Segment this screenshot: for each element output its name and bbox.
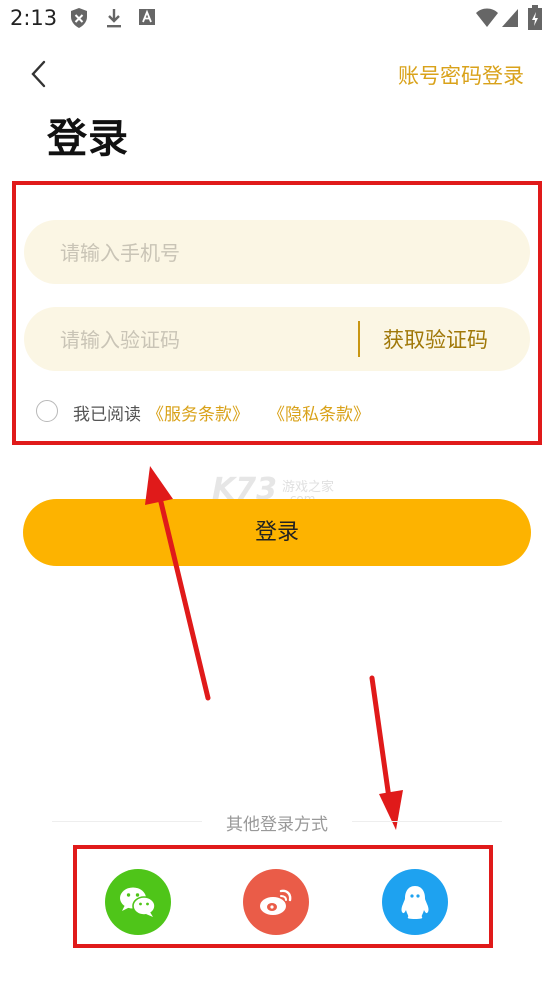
status-time: 2:13: [10, 6, 58, 30]
watermark-tagline: 游戏之家: [282, 480, 335, 495]
qq-login-button[interactable]: [382, 869, 448, 935]
shield-icon: [71, 8, 87, 28]
code-divider: [358, 321, 360, 357]
wechat-icon: [120, 887, 156, 917]
qq-icon: [401, 886, 429, 919]
phone-field: [24, 220, 530, 286]
signal-icon: [502, 9, 518, 27]
wifi-icon: [476, 8, 498, 27]
back-button[interactable]: [26, 58, 56, 90]
code-field: 获取验证码: [24, 307, 530, 373]
get-code-button[interactable]: 获取验证码: [383, 324, 488, 354]
code-input[interactable]: [58, 307, 352, 373]
phone-input[interactable]: [58, 220, 352, 286]
agree-checkbox[interactable]: [36, 400, 58, 422]
arrow-down-annotation: [369, 675, 403, 830]
a-icon: [139, 9, 155, 25]
weibo-icon: [260, 889, 292, 915]
other-login-label: 其他登录方式: [226, 815, 328, 835]
login-button[interactable]: 登录: [23, 499, 531, 566]
agree-text: 我已阅读: [73, 405, 141, 425]
page-title: 登录: [47, 116, 129, 162]
download-icon: [107, 9, 121, 28]
status-bar: 2:13: [0, 0, 554, 38]
weibo-login-button[interactable]: [243, 869, 309, 935]
password-login-link[interactable]: 账号密码登录: [398, 60, 524, 90]
divider-right: [352, 821, 502, 822]
terms-link[interactable]: 《服务条款》: [147, 400, 249, 425]
wechat-login-button[interactable]: [105, 869, 171, 935]
privacy-link[interactable]: 《隐私条款》: [268, 400, 370, 425]
chevron-left-icon: [31, 60, 46, 88]
battery-charging-icon: [528, 5, 542, 30]
login-page: 2:13 账号密码登录 登录 请输入手机号 请输入验证码 获取验证码 我已阅读 …: [0, 0, 554, 984]
